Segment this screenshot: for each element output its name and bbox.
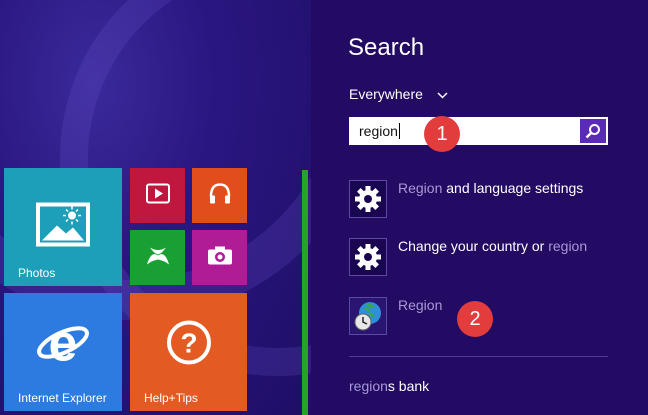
video-icon bbox=[145, 183, 170, 208]
search-scope-label: Everywhere bbox=[349, 86, 423, 102]
search-suggestion-regions-bank[interactable]: regions bank bbox=[349, 378, 429, 394]
result-label: Region and language settings bbox=[398, 180, 583, 196]
result-before: Change your country or bbox=[398, 238, 549, 254]
search-button[interactable] bbox=[580, 119, 606, 143]
suggestion-rest: s bank bbox=[387, 378, 430, 394]
result-change-country-region[interactable]: Change your country or region bbox=[349, 238, 611, 280]
results-divider bbox=[349, 356, 608, 357]
result-label: Change your country or region bbox=[398, 238, 587, 254]
result-label: Region bbox=[398, 297, 443, 313]
chevron-down-icon bbox=[437, 88, 448, 102]
search-scope-dropdown[interactable]: Everywhere bbox=[349, 86, 448, 102]
tile-photos[interactable]: Photos bbox=[4, 168, 122, 286]
tile-group-scroll-indicator bbox=[302, 170, 308, 415]
suggestion-match: region bbox=[349, 378, 388, 394]
tile-video[interactable] bbox=[130, 168, 185, 223]
magnifier-icon bbox=[585, 123, 601, 144]
result-match: Region bbox=[398, 180, 443, 196]
text-caret bbox=[398, 123, 400, 139]
search-title: Search bbox=[348, 34, 425, 61]
tile-games[interactable] bbox=[130, 230, 185, 285]
search-query: region bbox=[359, 123, 398, 139]
svg-text:e: e bbox=[49, 316, 78, 368]
svg-text:?: ? bbox=[180, 327, 197, 358]
gear-icon bbox=[349, 238, 387, 276]
tile-photos-label: Photos bbox=[18, 266, 56, 280]
annotation-badge-1: 1 bbox=[424, 116, 460, 152]
annotation-badge-2: 2 bbox=[457, 301, 493, 337]
tile-music[interactable] bbox=[192, 168, 247, 223]
search-query-wrapper: region bbox=[359, 123, 400, 139]
result-match: region bbox=[548, 238, 588, 254]
tile-internet-explorer-label: Internet Explorer bbox=[18, 391, 107, 405]
result-region-language-settings[interactable]: Region and language settings bbox=[349, 180, 611, 222]
globe-clock-icon bbox=[349, 297, 387, 335]
search-input[interactable]: region bbox=[349, 117, 608, 145]
tile-camera[interactable] bbox=[192, 230, 247, 285]
result-rest: and language settings bbox=[442, 180, 584, 196]
help-icon: ? bbox=[166, 319, 212, 370]
music-icon bbox=[208, 182, 232, 209]
tile-internet-explorer[interactable]: e Internet Explorer bbox=[4, 293, 122, 411]
tile-help-tips[interactable]: ? Help+Tips bbox=[130, 293, 247, 411]
tile-help-tips-label: Help+Tips bbox=[144, 391, 198, 405]
gear-icon bbox=[349, 180, 387, 218]
start-screen: Photos e Internet Explorer ? Help+Tips bbox=[0, 0, 311, 415]
camera-icon bbox=[207, 245, 233, 270]
games-icon bbox=[145, 244, 171, 271]
internet-explorer-icon: e bbox=[35, 314, 91, 373]
photos-icon bbox=[35, 202, 91, 253]
